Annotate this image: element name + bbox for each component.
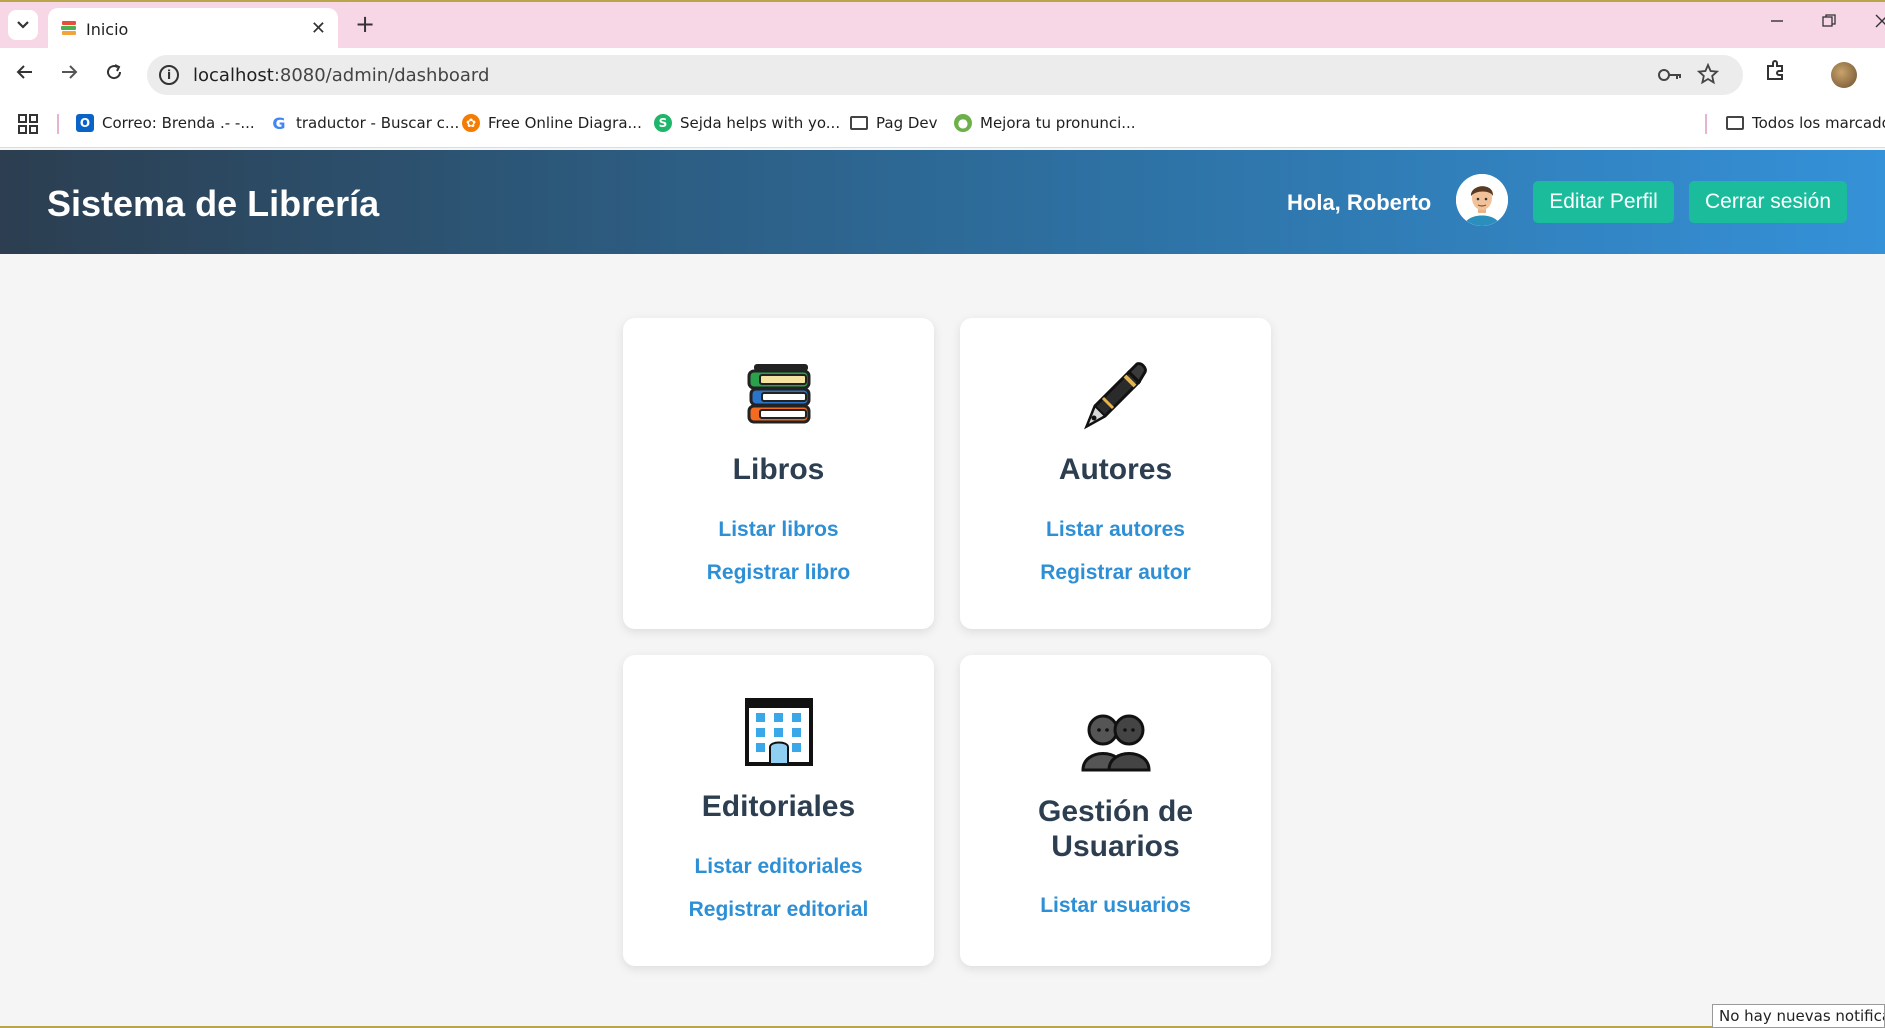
bookmark-star-icon[interactable] <box>1696 62 1720 90</box>
register-author-link[interactable]: Registrar autor <box>960 561 1271 585</box>
bookmark-correo[interactable]: O Correo: Brenda .- -... <box>76 114 255 132</box>
forward-button[interactable] <box>56 62 82 88</box>
office-building-icon <box>744 698 813 766</box>
app-header: Sistema de Librería Hola, Roberto Editar… <box>0 150 1885 254</box>
tab-close-button[interactable]: ✕ <box>311 18 326 39</box>
back-button[interactable] <box>12 62 38 88</box>
extensions-icon[interactable] <box>1764 58 1788 88</box>
card-autores: Autores Listar autores Registrar autor <box>960 318 1271 629</box>
browser-tab-active[interactable]: Inicio ✕ <box>48 8 338 50</box>
card-title: Editoriales <box>701 790 856 823</box>
folder-icon <box>1726 116 1744 130</box>
tab-search-button[interactable] <box>8 10 38 40</box>
minimize-icon <box>1771 20 1783 22</box>
diagram-icon: ✿ <box>462 114 480 132</box>
new-tab-button[interactable]: + <box>350 10 380 38</box>
card-libros: Libros Listar libros Registrar libro <box>623 318 934 629</box>
minimize-button[interactable] <box>1770 12 1784 33</box>
outlook-icon: O <box>76 114 94 132</box>
site-info-icon[interactable]: i <box>159 65 179 85</box>
restore-button[interactable] <box>1822 12 1836 33</box>
app-title: Sistema de Librería <box>47 183 380 224</box>
pen-icon <box>1083 362 1147 430</box>
close-window-button[interactable] <box>1875 12 1885 33</box>
bookmark-pronunciation[interactable]: ● Mejora tu pronunci... <box>954 114 1136 132</box>
avatar-icon <box>1456 174 1508 226</box>
arrow-left-icon <box>16 65 32 79</box>
bookmark-separator <box>57 114 59 134</box>
register-book-link[interactable]: Registrar libro <box>623 561 934 585</box>
browser-tab-bar: Inicio ✕ + <box>0 0 1885 50</box>
list-publishers-link[interactable]: Listar editoriales <box>623 855 934 879</box>
bookmark-sejda[interactable]: S Sejda helps with yo... <box>654 114 840 132</box>
books-icon <box>747 364 810 424</box>
card-title: Gestión de Usuarios <box>1037 795 1194 863</box>
card-title: Autores <box>1058 453 1173 486</box>
restore-icon <box>1822 14 1836 27</box>
address-bar[interactable]: i localhost:8080/admin/dashboard <box>147 55 1743 95</box>
reload-button[interactable] <box>101 62 127 88</box>
url-text[interactable]: localhost:8080/admin/dashboard <box>193 65 489 86</box>
password-key-icon[interactable] <box>1657 63 1683 92</box>
register-publisher-link[interactable]: Registrar editorial <box>623 898 934 922</box>
bookmark-traductor[interactable]: G traductor - Buscar c... <box>270 113 459 133</box>
bookmark-folder-pagdev[interactable]: Pag Dev <box>850 114 938 132</box>
reload-icon <box>107 64 122 80</box>
bookmark-separator <box>1705 114 1707 134</box>
users-icon <box>1080 714 1151 772</box>
google-icon: G <box>272 113 286 133</box>
tab-title: Inicio <box>86 20 129 39</box>
profile-avatar-icon[interactable] <box>1831 62 1857 88</box>
arrow-right-icon <box>62 65 78 79</box>
notification-status: No hay nuevas notificaciones <box>1712 1004 1885 1028</box>
bookmark-diagram[interactable]: ✿ Free Online Diagra... <box>462 114 642 132</box>
card-editoriales: Editoriales Listar editoriales Registrar… <box>623 655 934 966</box>
books-favicon-icon <box>61 21 76 35</box>
user-avatar[interactable] <box>1456 174 1508 226</box>
logout-button[interactable]: Cerrar sesión <box>1689 181 1847 223</box>
apps-grid-icon[interactable] <box>18 114 38 134</box>
speech-icon: ● <box>954 114 972 132</box>
browser-toolbar: i localhost:8080/admin/dashboard <box>0 48 1885 100</box>
card-usuarios: Gestión de Usuarios Listar usuarios <box>960 655 1271 966</box>
edit-profile-button[interactable]: Editar Perfil <box>1533 181 1674 223</box>
list-authors-link[interactable]: Listar autores <box>960 518 1271 542</box>
close-icon <box>1875 14 1885 28</box>
list-books-link[interactable]: Listar libros <box>623 518 934 542</box>
user-greeting: Hola, Roberto <box>1287 190 1432 215</box>
card-title: Libros <box>732 453 825 486</box>
all-bookmarks-folder[interactable]: Todos los marcadores <box>1726 114 1885 132</box>
list-users-link[interactable]: Listar usuarios <box>960 894 1271 918</box>
chevron-down-icon <box>17 21 29 29</box>
bookmarks-bar: O Correo: Brenda .- -... G traductor - B… <box>0 100 1885 148</box>
sejda-icon: S <box>654 114 672 132</box>
folder-icon <box>850 116 868 130</box>
